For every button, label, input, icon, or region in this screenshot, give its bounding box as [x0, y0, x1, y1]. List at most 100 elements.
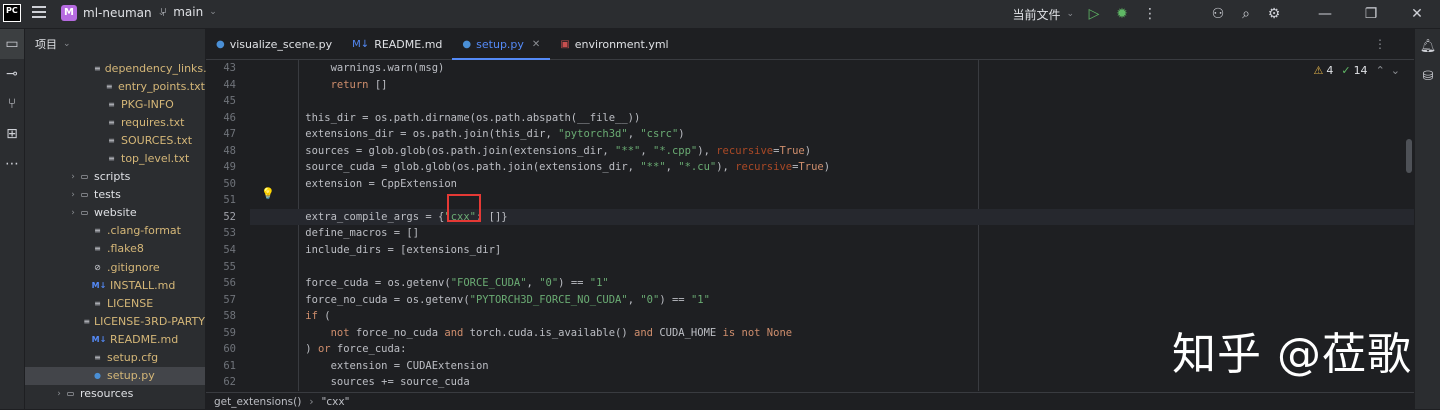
editor-scrollbar[interactable] — [1406, 139, 1412, 173]
folder-icon: ▭ — [80, 172, 89, 182]
editor-tab-label: visualize_scene.py — [229, 37, 333, 51]
line-number: 61 — [223, 359, 236, 372]
tree-file[interactable]: ≡ requires.txt — [25, 113, 205, 131]
run-icon[interactable]: ▷ — [1080, 0, 1108, 28]
tree-item-label: tests — [94, 188, 121, 202]
code-line[interactable]: extensions_dir = os.path.join(this_dir, … — [250, 126, 1414, 143]
main-menu-icon[interactable] — [32, 6, 46, 21]
close-tab-icon[interactable]: ✕ — [532, 39, 540, 50]
folder-icon: ▭ — [80, 190, 89, 200]
tree-item-label: SOURCES.txt — [121, 133, 193, 147]
tree-file[interactable]: M↓ INSTALL.md — [25, 276, 205, 294]
tree-item-label: PKG-INFO — [121, 97, 174, 111]
notifications-bell-icon[interactable]: 🔔︎ — [1415, 31, 1440, 61]
tree-folder[interactable]: › ▭ tests — [25, 186, 205, 204]
search-icon[interactable]: ⌕ — [1232, 0, 1260, 28]
tree-file[interactable]: ≡ entry_points.txt — [25, 77, 205, 95]
chevron-up-icon[interactable]: ⌃ — [1376, 64, 1385, 77]
chevron-right-icon[interactable]: › — [67, 208, 79, 218]
tree-file[interactable]: M↓ README.md — [25, 330, 205, 348]
tree-file[interactable]: ≡ .clang-format — [25, 222, 205, 240]
line-number: 48 — [223, 144, 236, 157]
code-line[interactable] — [250, 192, 1414, 209]
editor-tab[interactable]: ● visualize_scene.py — [206, 29, 342, 59]
chevron-right-icon[interactable]: › — [53, 389, 65, 399]
tree-file[interactable]: ≡ top_level.txt — [25, 149, 205, 167]
debug-icon[interactable]: ✹ — [1108, 0, 1136, 28]
git-branches-icon[interactable]: ⑂ — [0, 89, 24, 119]
project-switcher[interactable]: M ml-neuman ⌄ — [61, 5, 165, 21]
add-user-icon[interactable]: ⚇ — [1204, 0, 1232, 28]
project-panel: 项目 ⌄ ≡ dependency_links.txt ≡ entry_points.… — [25, 29, 228, 409]
tree-file[interactable]: ≡ .flake8 — [25, 240, 205, 258]
chevron-right-icon[interactable]: › — [67, 190, 79, 200]
tree-file[interactable]: ≡ LICENSE-3RD-PARTY — [25, 312, 205, 330]
code-line[interactable] — [250, 93, 1414, 110]
more-actions-icon[interactable]: ⋮ — [1136, 0, 1164, 28]
minimize-icon[interactable]: — — [1302, 0, 1348, 28]
markdown-icon: M↓ — [91, 334, 107, 344]
folder-icon: ▭ — [66, 389, 75, 399]
code-line[interactable]: define_macros = [] — [250, 225, 1414, 242]
breadcrumb-separator: › — [309, 395, 314, 408]
chevron-down-icon[interactable]: ⌄ — [1391, 64, 1400, 77]
tree-folder[interactable]: › ▭ resources — [25, 385, 205, 403]
code-line[interactable]: extension = CppExtension — [250, 176, 1414, 193]
editor-tab[interactable]: ▣ environment.yml — [550, 29, 678, 59]
code-line[interactable]: warnings.warn(msg) — [250, 60, 1414, 77]
line-number: 43 — [223, 62, 236, 74]
chevron-down-icon: ⌄ — [209, 7, 217, 17]
lightbulb-icon[interactable]: 💡 — [261, 187, 275, 200]
code-line[interactable]: this_dir = os.path.dirname(os.path.abspa… — [250, 110, 1414, 127]
tree-folder[interactable]: › ▭ scripts — [25, 168, 205, 186]
editor-tab[interactable]: M↓ README.md — [342, 29, 452, 59]
chevron-right-icon[interactable]: › — [67, 172, 79, 182]
inspection-widget[interactable]: ⚠ 4 ✓ 14 ⌃ ⌄ — [1313, 64, 1400, 77]
tree-file[interactable]: ≡ SOURCES.txt — [25, 131, 205, 149]
tree-file[interactable]: ⊘ .gitignore — [25, 258, 205, 276]
code-line[interactable]: include_dirs = [extensions_dir] — [250, 242, 1414, 259]
tree-file[interactable]: ≡ LICENSE — [25, 294, 205, 312]
code-line[interactable]: return [] — [250, 77, 1414, 94]
close-icon[interactable]: ✕ — [1394, 0, 1440, 28]
code-line[interactable]: force_cuda = os.getenv("FORCE_CUDA", "0"… — [250, 275, 1414, 292]
run-config-selector[interactable]: 当前文件 ⌄ — [1012, 6, 1074, 23]
code-line[interactable]: sources = glob.glob(os.path.join(extensi… — [250, 143, 1414, 160]
project-panel-header[interactable]: 项目 ⌄ — [25, 29, 205, 59]
database-icon[interactable]: ⛁ — [1415, 61, 1440, 91]
gitignore-icon: ⊘ — [94, 262, 101, 272]
branch-switcher[interactable]: ⑂ main ⌄ — [160, 5, 217, 19]
project-name: ml-neuman — [83, 6, 152, 20]
structure-icon[interactable]: ⊞ — [0, 119, 24, 149]
python-icon: ● — [462, 38, 472, 50]
code-line[interactable]: extra_compile_args = {"cxx": []} — [250, 208, 1414, 226]
tree-file[interactable]: ● setup.py — [25, 366, 205, 385]
line-number: 44 — [223, 78, 236, 91]
restore-icon[interactable]: ❐ — [1348, 0, 1394, 28]
tree-item-label: setup.py — [107, 369, 155, 383]
project-folder-icon[interactable]: ▭ — [0, 29, 24, 59]
branch-icon: ⑂ — [160, 5, 168, 19]
breadcrumb-key[interactable]: "cxx" — [322, 396, 350, 408]
tab-list-icon[interactable]: ⋮ — [1374, 37, 1386, 51]
breadcrumb-function[interactable]: get_extensions() — [214, 396, 301, 408]
line-number: 51 — [223, 194, 236, 207]
tree-file[interactable]: ≡ dependency_links.txt — [25, 59, 222, 77]
breadcrumb-bar: get_extensions() › "cxx" — [206, 392, 1414, 410]
warning-icon: ⚠ — [1313, 64, 1324, 77]
editor-tab[interactable]: ● setup.py ✕ — [452, 29, 551, 60]
settings-gear-icon[interactable]: ⚙ — [1260, 0, 1288, 28]
tree-item-label: setup.cfg — [107, 351, 159, 365]
tree-item-label: website — [94, 206, 137, 220]
tree-folder[interactable]: › ▭ website — [25, 204, 205, 222]
tree-file[interactable]: ≡ setup.cfg — [25, 349, 205, 367]
commit-icon[interactable]: ⊸ — [0, 59, 24, 89]
more-tools-icon[interactable]: ⋯ — [0, 149, 24, 179]
code-line[interactable]: source_cuda = glob.glob(os.path.join(ext… — [250, 159, 1414, 176]
tree-item-label: .clang-format — [107, 224, 181, 238]
warning-count: 4 — [1326, 64, 1334, 77]
code-line[interactable] — [250, 259, 1414, 276]
code-line[interactable]: force_no_cuda = os.getenv("PYTORCH3D_FOR… — [250, 292, 1414, 309]
tree-file[interactable]: ≡ PKG-INFO — [25, 95, 205, 113]
text-file-icon: ≡ — [94, 353, 101, 363]
